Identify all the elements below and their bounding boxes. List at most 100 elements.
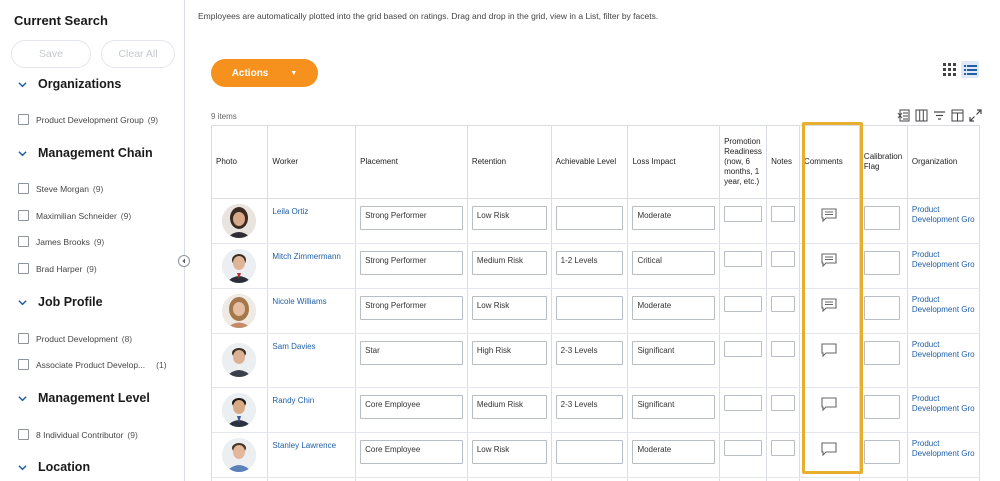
- calibration-flag-field[interactable]: [863, 205, 900, 230]
- retention-field[interactable]: Medium Risk: [471, 394, 547, 419]
- comment-filled-icon[interactable]: [821, 252, 838, 269]
- facet-heading-management-chain[interactable]: Management Chain: [18, 146, 153, 160]
- checkbox[interactable]: [18, 114, 29, 125]
- loss-impact-field[interactable]: Significant: [632, 340, 716, 365]
- achievable-level-field[interactable]: [555, 205, 624, 230]
- facet-heading-management-level[interactable]: Management Level: [18, 391, 150, 405]
- placement-field[interactable]: Core Employee: [360, 439, 463, 464]
- retention-field[interactable]: Low Risk: [471, 295, 547, 320]
- placement-field[interactable]: Star: [360, 340, 463, 365]
- export-excel-icon[interactable]: [896, 108, 910, 122]
- promotion-readiness-field[interactable]: [724, 340, 763, 357]
- checkbox[interactable]: [18, 236, 29, 247]
- facet-option[interactable]: Steve Morgan (9): [18, 183, 103, 194]
- column-header-worker[interactable]: Worker: [267, 126, 357, 199]
- notes-field[interactable]: [771, 250, 796, 267]
- column-header-achievable-level[interactable]: Achievable Level: [551, 126, 629, 199]
- placement-field[interactable]: Strong Performer: [360, 295, 463, 320]
- organization-link[interactable]: Product Development Gro: [912, 205, 975, 225]
- expand-icon[interactable]: [968, 108, 982, 122]
- clear-all-button[interactable]: Clear All: [101, 40, 175, 68]
- facet-option[interactable]: Product Development Group (9): [18, 114, 158, 125]
- facet-heading-job-profile[interactable]: Job Profile: [18, 295, 103, 309]
- column-header-promotion-readiness[interactable]: Promotion Readiness (now, 6 months, 1 ye…: [719, 126, 768, 199]
- calibration-flag-field[interactable]: [863, 295, 900, 320]
- loss-impact-field[interactable]: Moderate: [632, 205, 716, 230]
- promotion-readiness-field[interactable]: [724, 250, 763, 267]
- column-header-placement[interactable]: Placement: [355, 126, 468, 199]
- promotion-readiness-field[interactable]: [724, 205, 763, 222]
- calibration-flag-field[interactable]: [863, 340, 900, 365]
- facet-option[interactable]: Product Development (8): [18, 333, 132, 344]
- loss-impact-field[interactable]: Critical: [632, 250, 716, 275]
- placement-field[interactable]: Strong Performer: [360, 250, 463, 275]
- organization-link[interactable]: Product Development Gro: [912, 439, 975, 459]
- notes-field[interactable]: [771, 394, 796, 411]
- checkbox[interactable]: [18, 429, 29, 440]
- column-header-photo[interactable]: Photo: [212, 126, 269, 199]
- columns-icon[interactable]: [914, 108, 928, 122]
- collapse-panel-button[interactable]: [178, 255, 190, 267]
- calibration-flag-field[interactable]: [863, 394, 900, 419]
- notes-field[interactable]: [771, 205, 796, 222]
- worker-link[interactable]: Stanley Lawrence: [272, 439, 351, 450]
- facet-option[interactable]: Brad Harper (9): [18, 263, 97, 274]
- split-view-icon[interactable]: [950, 108, 964, 122]
- worker-link[interactable]: Nicole Williams: [272, 295, 351, 306]
- notes-field[interactable]: [771, 439, 796, 456]
- comment-empty-icon[interactable]: [821, 396, 838, 413]
- facet-heading-location[interactable]: Location: [18, 460, 90, 474]
- notes-field[interactable]: [771, 295, 796, 312]
- loss-impact-field[interactable]: Moderate: [632, 439, 716, 464]
- comment-filled-icon[interactable]: [821, 207, 838, 224]
- achievable-level-field[interactable]: 1-2 Levels: [555, 250, 624, 275]
- actions-button[interactable]: Actions ▼: [211, 59, 318, 87]
- comment-filled-icon[interactable]: [821, 297, 838, 314]
- column-header-comments[interactable]: Comments: [799, 126, 860, 199]
- comment-empty-icon[interactable]: [821, 342, 838, 359]
- column-header-notes[interactable]: Notes: [766, 126, 801, 199]
- facet-option[interactable]: Maximilian Schneider (9): [18, 210, 131, 221]
- checkbox[interactable]: [18, 263, 29, 274]
- achievable-level-field[interactable]: [555, 295, 624, 320]
- promotion-readiness-field[interactable]: [724, 295, 763, 312]
- checkbox[interactable]: [18, 359, 29, 370]
- worker-link[interactable]: Mitch Zimmermann: [272, 250, 351, 261]
- organization-link[interactable]: Product Development Gro: [912, 340, 975, 360]
- grid-view-button[interactable]: [940, 61, 958, 78]
- achievable-level-field[interactable]: 2-3 Levels: [555, 394, 624, 419]
- facet-heading-organizations[interactable]: Organizations: [18, 77, 121, 91]
- organization-link[interactable]: Product Development Gro: [912, 250, 975, 270]
- worker-link[interactable]: Leila Ortiz: [272, 205, 351, 216]
- comment-empty-icon[interactable]: [821, 441, 838, 458]
- facet-option[interactable]: James Brooks (9): [18, 236, 104, 247]
- column-header-organization[interactable]: Organization: [907, 126, 980, 199]
- facet-option[interactable]: 8 Individual Contributor (9): [18, 429, 138, 440]
- facet-option[interactable]: Associate Product Develop... (1): [18, 359, 167, 370]
- column-header-loss-impact[interactable]: Loss Impact: [627, 126, 721, 199]
- loss-impact-field[interactable]: Significant: [632, 394, 716, 419]
- promotion-readiness-field[interactable]: [724, 439, 763, 456]
- notes-field[interactable]: [771, 340, 796, 357]
- promotion-readiness-field[interactable]: [724, 394, 763, 411]
- worker-link[interactable]: Randy Chin: [272, 394, 351, 405]
- checkbox[interactable]: [18, 210, 29, 221]
- loss-impact-field[interactable]: Moderate: [632, 295, 716, 320]
- placement-field[interactable]: Strong Performer: [360, 205, 463, 230]
- filter-icon[interactable]: [932, 108, 946, 122]
- organization-link[interactable]: Product Development Gro: [912, 295, 975, 315]
- save-button[interactable]: Save: [11, 40, 91, 68]
- retention-field[interactable]: Low Risk: [471, 205, 547, 230]
- list-view-button[interactable]: [961, 61, 979, 78]
- retention-field[interactable]: Medium Risk: [471, 250, 547, 275]
- column-header-retention[interactable]: Retention: [467, 126, 552, 199]
- placement-field[interactable]: Core Employee: [360, 394, 463, 419]
- retention-field[interactable]: High Risk: [471, 340, 547, 365]
- calibration-flag-field[interactable]: [863, 250, 900, 275]
- achievable-level-field[interactable]: 2-3 Levels: [555, 340, 624, 365]
- achievable-level-field[interactable]: [555, 439, 624, 464]
- column-header-calibration-flag[interactable]: Calibration Flag: [859, 126, 908, 199]
- checkbox[interactable]: [18, 183, 29, 194]
- checkbox[interactable]: [18, 333, 29, 344]
- organization-link[interactable]: Product Development Gro: [912, 394, 975, 414]
